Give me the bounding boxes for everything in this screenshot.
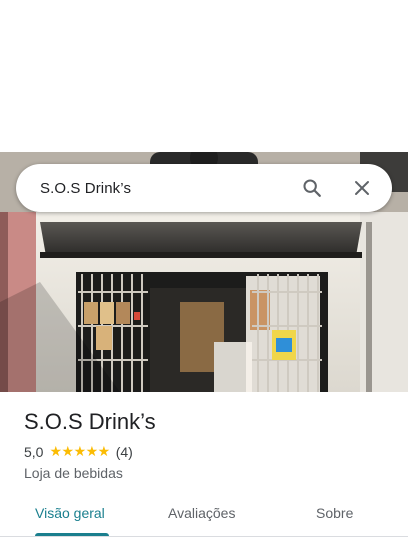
- rating-row[interactable]: 5,0 ★★★★★ (4): [24, 444, 133, 460]
- review-count[interactable]: (4): [116, 444, 133, 460]
- tab-overview[interactable]: Visão geral: [35, 505, 105, 521]
- star-rating-icon: ★★★★★: [49, 444, 110, 460]
- tab-reviews[interactable]: Avaliações: [168, 505, 235, 521]
- tab-bar: Visão geral Avaliações Sobre: [0, 496, 408, 536]
- search-icon: [303, 179, 321, 197]
- place-title: S.O.S Drink’s: [24, 409, 156, 434]
- search-input[interactable]: S.O.S Drink’s: [40, 180, 294, 197]
- tab-divider: [0, 536, 408, 537]
- close-button[interactable]: [344, 170, 380, 206]
- tab-about[interactable]: Sobre: [316, 505, 353, 521]
- close-icon: [355, 181, 369, 195]
- search-bar[interactable]: S.O.S Drink’s: [16, 164, 392, 212]
- rating-value: 5,0: [24, 444, 44, 460]
- place-category[interactable]: Loja de bebidas: [24, 465, 123, 481]
- search-button[interactable]: [294, 170, 330, 206]
